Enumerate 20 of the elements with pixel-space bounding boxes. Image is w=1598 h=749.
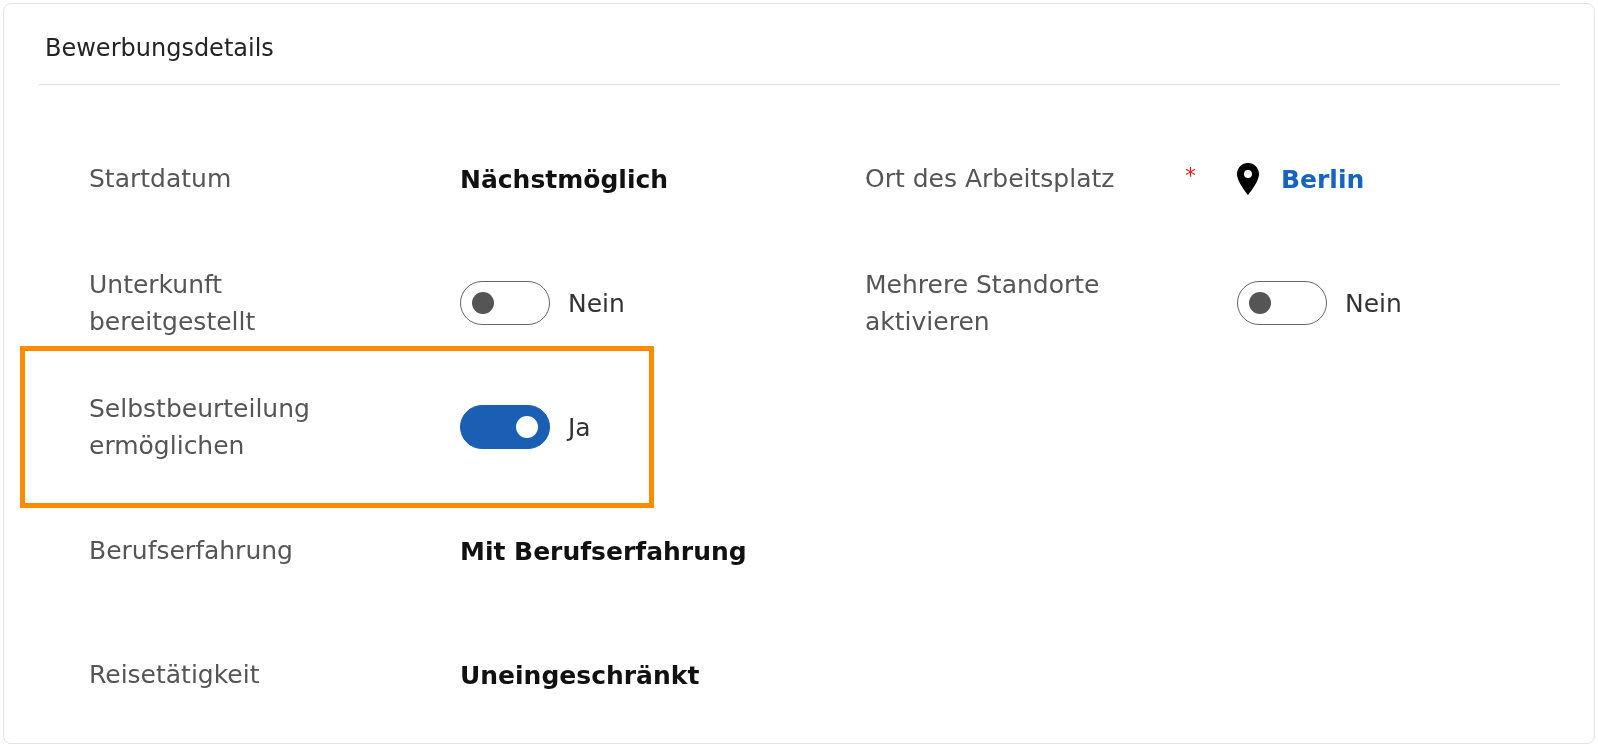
field-label: Berufserfahrung xyxy=(89,535,294,568)
location-pin-icon xyxy=(1237,163,1259,195)
field-label: Unterkunft bereitgestellt xyxy=(89,268,257,338)
location-link[interactable]: Berlin xyxy=(1281,164,1365,194)
required-asterisk: * xyxy=(1185,162,1197,188)
field-value: Mit Berufserfahrung xyxy=(460,536,747,566)
field-value: Nächstmöglich xyxy=(460,164,669,194)
field-label: Selbstbeurteilung ermöglichen xyxy=(89,392,311,462)
toggle-state-label: Ja xyxy=(568,412,591,442)
field-label: Mehrere Standorte aktivieren xyxy=(865,268,1101,338)
toggle-state-label: Nein xyxy=(1345,288,1402,318)
section-title: Bewerbungsdetails xyxy=(45,34,274,62)
toggle-switch[interactable] xyxy=(1237,281,1327,325)
field-label: Reisetätigkeit xyxy=(89,659,261,692)
field-label: Startdatum xyxy=(89,163,233,196)
toggle-switch[interactable] xyxy=(460,405,550,449)
toggle-switch[interactable] xyxy=(460,281,550,325)
field-label: Ort des Arbeitsplatz xyxy=(865,163,1116,196)
field-value: Uneingeschränkt xyxy=(460,660,700,690)
toggle-state-label: Nein xyxy=(568,288,625,318)
